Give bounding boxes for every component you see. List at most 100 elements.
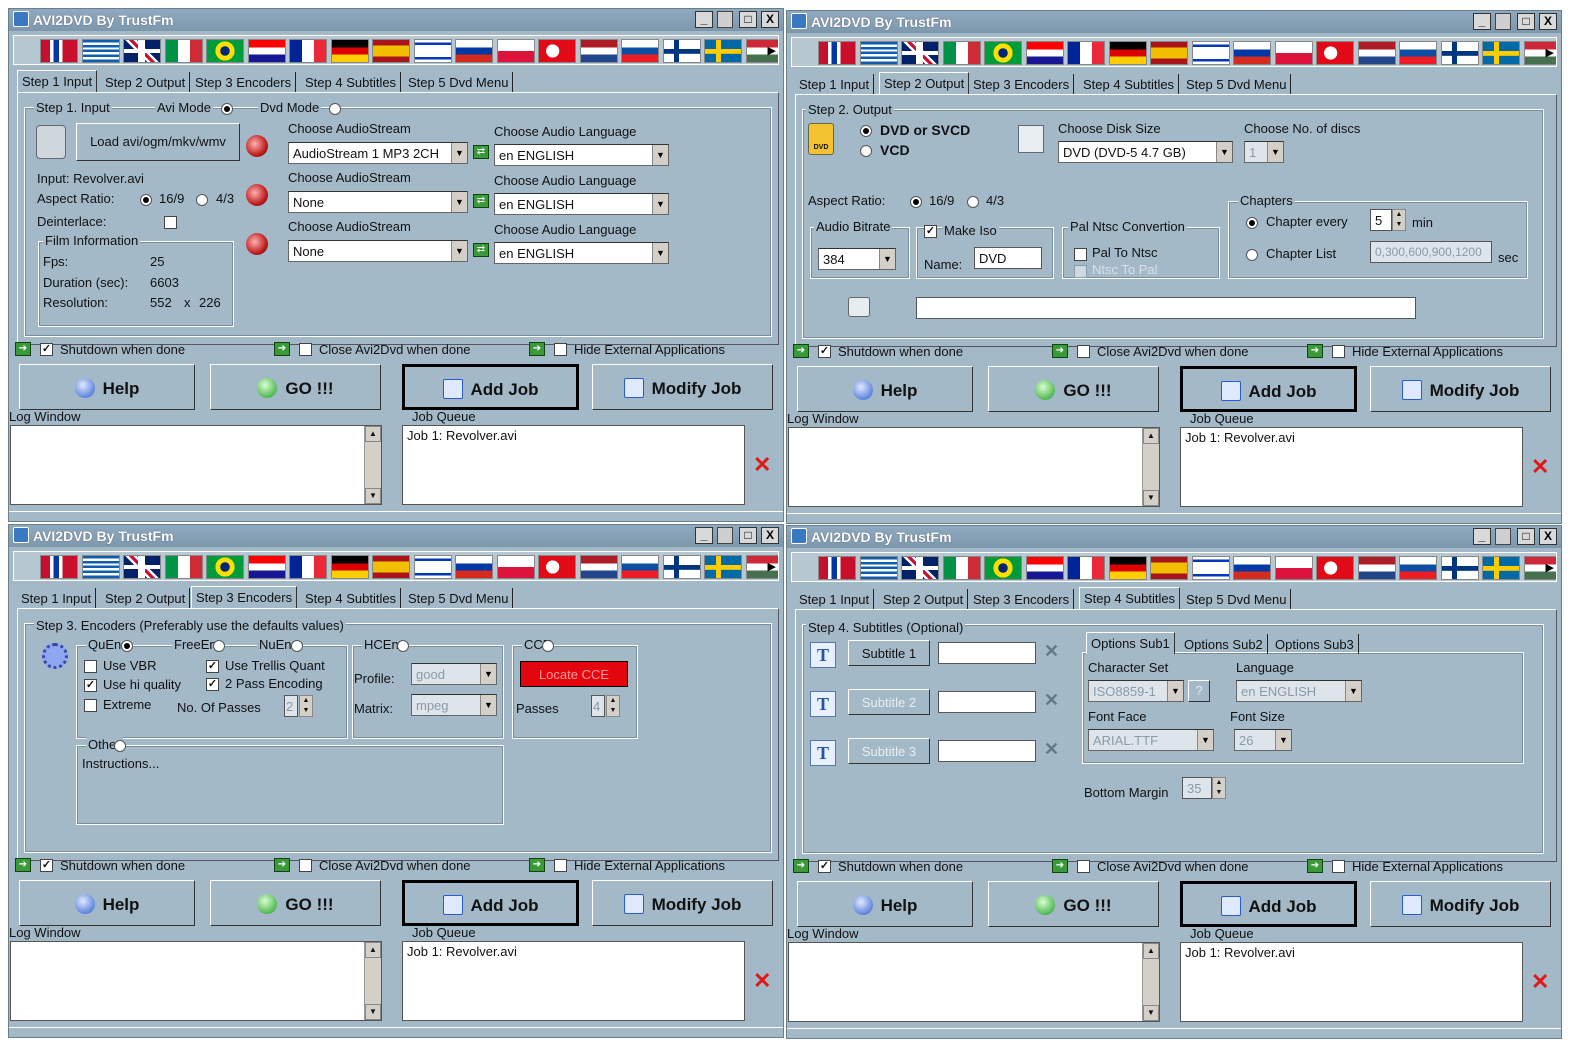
maximize-button[interactable]: □ (739, 527, 757, 544)
dvd-mode-radio[interactable] (329, 103, 341, 115)
minimize-button[interactable]: _ (1473, 13, 1491, 30)
scroll-right-icon[interactable]: ▶ (768, 44, 776, 57)
matrix-select[interactable]: mpeg ▼ (411, 694, 497, 716)
swap-arrows-icon[interactable]: ⇄ (473, 194, 489, 208)
locate-cce-button[interactable]: Locate CCE (520, 661, 628, 687)
hide-ext-checkbox[interactable] (554, 343, 567, 356)
italy-flag[interactable] (942, 41, 981, 65)
title-bar[interactable]: AVI2DVD By TrustFm _ □ X (9, 525, 783, 547)
delete-job-icon[interactable]: ✕ (753, 968, 771, 994)
close-app-checkbox[interactable] (1077, 345, 1090, 358)
scroll-up-icon[interactable]: ▲ (1143, 428, 1159, 444)
chapter-list-input[interactable]: 0,300,600,900,1200 (1370, 241, 1492, 263)
cce-passes-spinner[interactable]: ▲ ▼ (606, 695, 620, 717)
tab-options-sub1[interactable]: Options Sub1 (1086, 632, 1175, 654)
output-path-input[interactable] (916, 297, 1416, 319)
profile-select[interactable]: good ▼ (411, 663, 497, 685)
help-button[interactable]: Help (19, 880, 195, 926)
hcenc-radio[interactable] (397, 640, 409, 652)
subtitle-2-input[interactable] (938, 691, 1036, 713)
add-job-button[interactable]: Add Job (1180, 366, 1357, 412)
spain-flag[interactable] (372, 39, 410, 63)
aspect-43-radio[interactable] (196, 194, 208, 206)
tab-step4[interactable]: Step 4 Subtitles (1079, 74, 1180, 94)
croatia-flag[interactable] (1025, 41, 1064, 65)
netherlands-flag[interactable] (579, 555, 618, 579)
title-bar[interactable]: AVI2DVD By TrustFm _ □ X (787, 11, 1561, 33)
audio-lang-select-3[interactable]: en ENGLISH ▼ (494, 242, 669, 264)
tab-step2[interactable]: Step 2 Output (101, 72, 191, 92)
chapter-every-spinner[interactable]: ▲ ▼ (1392, 209, 1406, 231)
slovakia-flag[interactable] (1399, 41, 1437, 65)
shutdown-checkbox[interactable]: ✓ (40, 343, 53, 356)
netherlands-flag[interactable] (579, 39, 618, 63)
israel-flag[interactable] (413, 555, 452, 579)
delete-job-icon[interactable]: ✕ (1531, 454, 1549, 480)
israel-flag[interactable] (1191, 41, 1230, 65)
russia-flag[interactable] (455, 39, 493, 63)
fontface-select[interactable]: ARIAL.TTF ▼ (1088, 729, 1214, 751)
go-button[interactable]: GO !!! (988, 881, 1159, 927)
edit-path-icon[interactable] (848, 297, 870, 317)
france-flag[interactable] (289, 555, 327, 579)
minimize-button[interactable]: _ (1473, 528, 1491, 545)
tab-step4[interactable]: Step 4 Subtitles (301, 72, 402, 92)
extreme-checkbox[interactable] (84, 699, 97, 712)
tab-options-sub3[interactable]: Options Sub3 (1271, 634, 1359, 654)
two-pass-checkbox[interactable]: ✓ (206, 678, 219, 691)
tab-step5[interactable]: Step 5 Dvd Menu (404, 72, 514, 92)
scroll-up-icon[interactable]: ▲ (1143, 943, 1159, 959)
go-button[interactable]: GO !!! (988, 366, 1159, 412)
charset-help-button[interactable]: ? (1188, 680, 1210, 702)
minimize-button-2[interactable] (1495, 528, 1511, 545)
audio-bitrate-select[interactable]: 384 ▼ (818, 248, 896, 270)
uk-flag[interactable] (123, 555, 161, 579)
tab-step1[interactable]: Step 1 Input (795, 589, 875, 609)
iso-name-input[interactable]: DVD (974, 247, 1042, 269)
tab-options-sub2[interactable]: Options Sub2 (1180, 634, 1268, 654)
bottom-margin-input[interactable]: 35 (1182, 777, 1212, 799)
disk-size-select[interactable]: DVD (DVD-5 4.7 GB) ▼ (1058, 141, 1233, 163)
israel-flag[interactable] (413, 39, 452, 63)
log-scrollbar[interactable]: ▲ ▼ (1142, 943, 1159, 1021)
chapter-list-radio[interactable] (1246, 249, 1258, 261)
subtitle-1-button[interactable]: Subtitle 1 (848, 640, 930, 666)
minimize-button-2[interactable] (717, 527, 733, 544)
cce-passes-input[interactable]: 4 (591, 695, 605, 717)
scroll-up-icon[interactable]: ▲ (365, 942, 381, 958)
close-app-checkbox[interactable] (1077, 860, 1090, 873)
aspect-169-radio[interactable] (910, 196, 922, 208)
log-window[interactable]: ▲ ▼ (788, 427, 1160, 507)
ntsc-to-pal-checkbox[interactable] (1074, 265, 1087, 278)
aspect-169-radio[interactable] (140, 194, 152, 206)
poland-flag[interactable] (496, 555, 535, 579)
dominican-flag[interactable] (818, 556, 856, 580)
israel-flag[interactable] (1191, 556, 1230, 580)
maximize-button[interactable]: □ (1517, 528, 1535, 545)
close-button[interactable]: X (1539, 528, 1557, 545)
scroll-right-icon[interactable]: ▶ (768, 560, 776, 573)
brazil-flag[interactable] (206, 39, 244, 63)
trellis-checkbox[interactable]: ✓ (206, 660, 219, 673)
scroll-down-icon[interactable]: ▼ (1143, 1005, 1159, 1021)
germany-flag[interactable] (1108, 41, 1147, 65)
scroll-down-icon[interactable]: ▼ (365, 1004, 381, 1020)
modify-job-button[interactable]: Modify Job (1370, 881, 1551, 927)
tab-step4[interactable]: Step 4 Subtitles (301, 588, 402, 608)
title-bar[interactable]: AVI2DVD By TrustFm _ □ X (787, 526, 1561, 548)
hide-ext-checkbox[interactable] (1332, 860, 1345, 873)
slovakia-flag[interactable] (1399, 556, 1437, 580)
audio-stream-select-1[interactable]: AudioStream 1 MP3 2CH ▼ (288, 142, 468, 164)
delete-job-icon[interactable]: ✕ (753, 452, 771, 478)
delete-job-icon[interactable]: ✕ (1531, 969, 1549, 995)
germany-flag[interactable] (330, 555, 369, 579)
turkey-flag[interactable] (538, 39, 576, 63)
hide-ext-checkbox[interactable] (1332, 345, 1345, 358)
swap-arrows-icon[interactable]: ⇄ (473, 145, 489, 159)
use-hi-quality-checkbox[interactable]: ✓ (84, 679, 97, 692)
deinterlace-checkbox[interactable] (164, 216, 177, 229)
vcd-radio[interactable] (860, 145, 872, 157)
job-queue-list[interactable]: Job 1: Revolver.avi (402, 941, 745, 1021)
tab-step1[interactable]: Step 1 Input (795, 74, 875, 94)
italy-flag[interactable] (164, 555, 203, 579)
